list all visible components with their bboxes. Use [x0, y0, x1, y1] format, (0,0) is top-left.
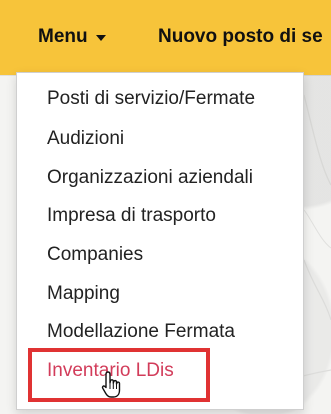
menu-item-company-organizations[interactable]: Organizzazioni aziendali — [47, 166, 253, 190]
menu-item-transport-company[interactable]: Impresa di trasporto — [47, 204, 216, 228]
new-service-post-link[interactable]: Nuovo posto di se — [158, 24, 323, 50]
menu-label: Menu — [38, 26, 88, 47]
menu-item-companies[interactable]: Companies — [47, 243, 143, 267]
main-dropdown-menu: Posti di servizio/Fermate Audizioni Orga… — [16, 72, 304, 410]
menu-dropdown-toggle[interactable]: Menu — [38, 24, 106, 50]
menu-item-service-posts[interactable]: Posti di servizio/Fermate — [47, 87, 255, 111]
caret-down-icon — [95, 35, 106, 41]
menu-item-auditions[interactable]: Audizioni — [47, 127, 124, 151]
menu-item-mapping[interactable]: Mapping — [47, 282, 120, 306]
app-page: Menu Nuovo posto di se Posti di servizio… — [0, 0, 331, 414]
menu-item-stop-modeling[interactable]: Modellazione Fermata — [47, 320, 235, 344]
hand-pointer-icon — [101, 371, 121, 398]
top-navigation-bar: Menu Nuovo posto di se — [0, 0, 331, 75]
